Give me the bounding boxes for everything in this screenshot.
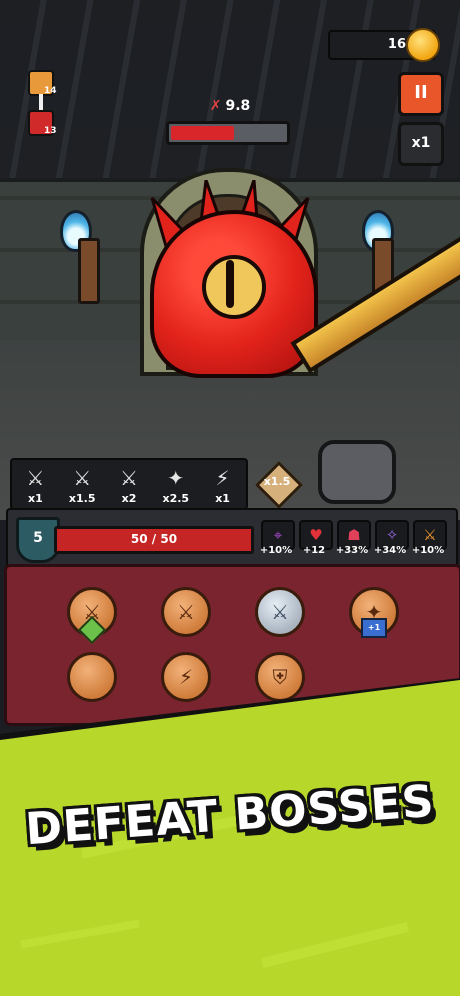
stat-health[interactable]: ♥ +12 — [296, 520, 333, 560]
coin-icon — [406, 28, 440, 62]
sword-icon: ⚔ — [120, 466, 138, 490]
multiplier-slot[interactable]: ⚔ x2 — [106, 460, 153, 508]
dungeon-scene — [0, 0, 460, 520]
multiplier-slot[interactable]: ⚔ x1 — [12, 460, 59, 508]
boss-hp-value: 9.8 — [225, 98, 251, 114]
stat-boss-damage[interactable]: ☗ +33% — [334, 520, 371, 560]
sword-icon: ⚔ — [271, 600, 289, 624]
plus-one-badge: +1 — [361, 618, 387, 638]
boss-hp-label: ✗ 9.8 — [0, 98, 460, 114]
shield-icon: ⛨ — [272, 665, 288, 689]
broken-sword-icon: ✗ — [209, 98, 222, 114]
lightning-icon: ⚡ — [178, 665, 194, 689]
sword-icon: ⚔ — [177, 600, 195, 624]
multiplier-label: x2.5 — [162, 492, 190, 505]
stat-attack[interactable]: ⚔ +10% — [410, 520, 447, 560]
sword-icon: ⚔ — [73, 466, 92, 490]
player-hp-text: 50 / 50 — [130, 532, 178, 546]
boss-count: 13 — [44, 126, 57, 136]
speed-button[interactable]: x1 — [398, 122, 444, 166]
player-gauntlet-icon — [318, 440, 396, 504]
combo-multiplier-badge: x1.5 — [254, 460, 304, 510]
stage-count: 14 — [44, 86, 57, 96]
stat-magic[interactable]: ✧ +34% — [372, 520, 409, 560]
multiplier-slot[interactable]: ⚔ x1.5 — [59, 460, 106, 508]
player-hp-bar: 50 / 50 — [54, 526, 254, 554]
coin-count: 16 — [387, 37, 406, 52]
skill-sword-silver[interactable]: ⚔ — [255, 587, 305, 637]
player-level: 5 — [33, 530, 43, 546]
skill-sword-2[interactable]: ⚔ — [161, 587, 211, 637]
boss-pupil-icon — [226, 260, 234, 308]
boss-hp-fill — [171, 126, 234, 140]
combo-multiplier-label: x1.5 — [263, 475, 291, 488]
multiplier-label: x1 — [215, 492, 230, 505]
multiplier-label: x2 — [121, 492, 137, 505]
star-icon: ✦ — [167, 466, 185, 490]
sword-icon: ⚔ — [26, 466, 45, 490]
multiplier-label: x1.5 — [68, 492, 96, 505]
lightning-icon: ⚡ — [215, 466, 230, 490]
ceiling — [0, 0, 460, 190]
torch-left-icon — [78, 238, 100, 304]
boss-hp-bar — [166, 121, 290, 145]
skill-blank[interactable] — [67, 652, 117, 702]
skill-shield[interactable]: ⛨ — [255, 652, 305, 702]
coin-counter: 16 — [328, 28, 440, 62]
stat-label: +10% — [411, 545, 445, 556]
stat-crit[interactable]: ⌖ +10% — [258, 520, 295, 560]
multiplier-slot[interactable]: ⚡ x1 — [199, 460, 246, 508]
multiplier-slot[interactable]: ✦ x2.5 — [152, 460, 199, 508]
damage-multiplier-bar: ⚔ x1 ⚔ x1.5 ⚔ x2 ✦ x2.5 ⚡ x1 — [10, 458, 248, 510]
skill-lightning[interactable]: ⚡ — [161, 652, 211, 702]
boss-eye-icon — [202, 255, 266, 319]
multiplier-label: x1 — [28, 492, 43, 505]
